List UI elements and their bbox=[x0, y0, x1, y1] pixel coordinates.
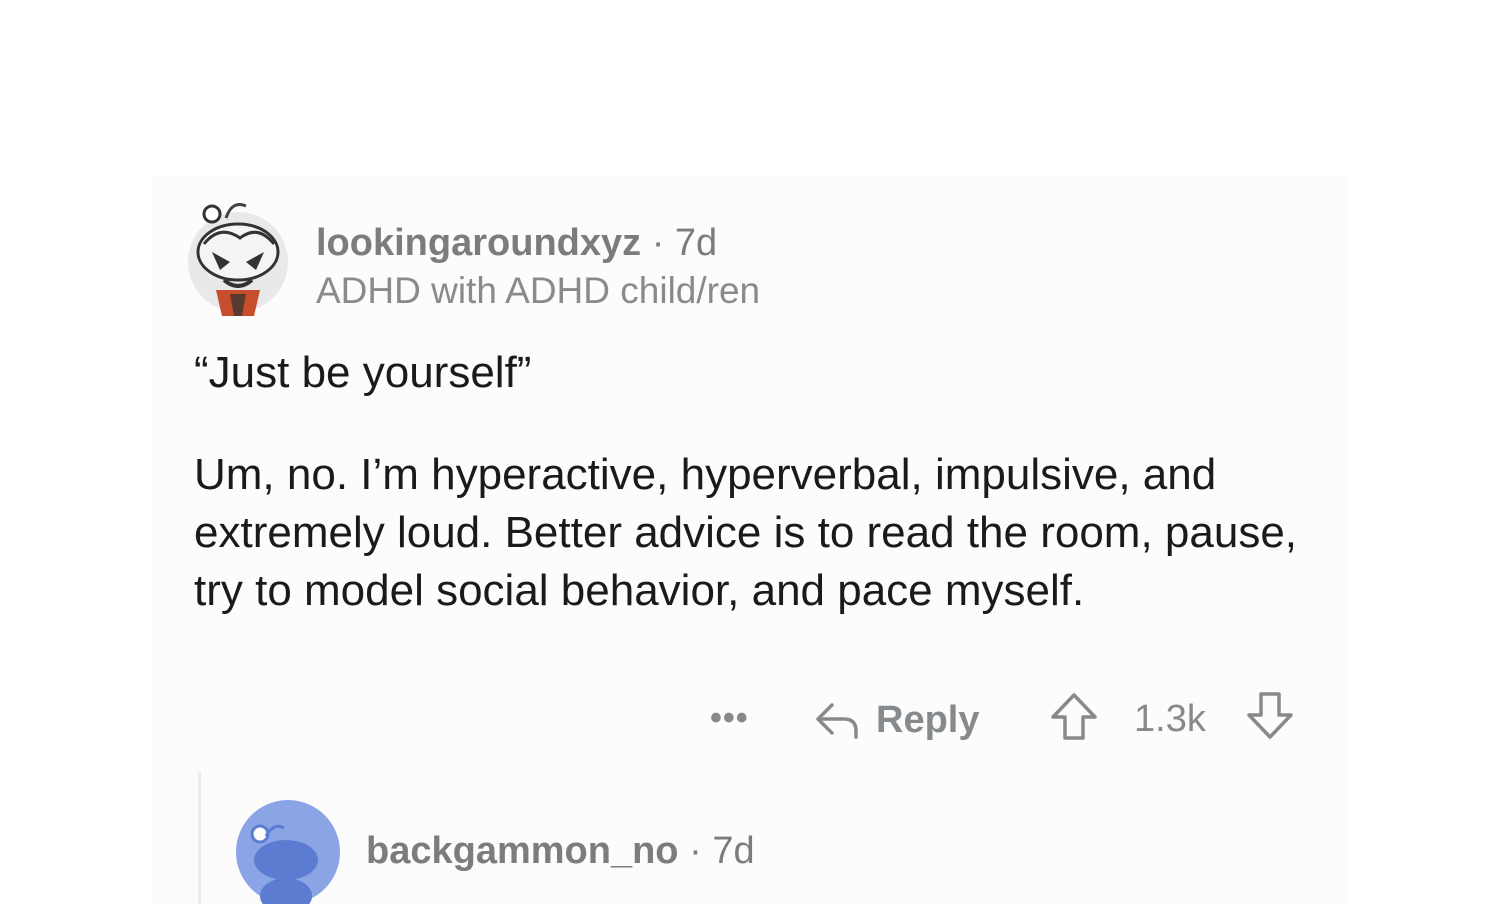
comment-meta: lookingaroundxyz · 7d bbox=[316, 220, 717, 266]
downvote-button[interactable] bbox=[1244, 690, 1296, 750]
comment-username[interactable]: lookingaroundxyz bbox=[316, 222, 641, 264]
thread-line[interactable] bbox=[198, 772, 201, 904]
comment-age[interactable]: 7d bbox=[675, 222, 717, 264]
comment-body: Um, no. I’m hyperactive, hyperverbal, im… bbox=[194, 450, 1298, 615]
reply-meta: backgammon_no · 7d bbox=[366, 828, 755, 874]
reply-user-avatar[interactable] bbox=[236, 800, 340, 909]
upvote-arrow-icon bbox=[1051, 693, 1097, 740]
reply-age[interactable]: 7d bbox=[712, 830, 754, 872]
downvote-arrow-icon bbox=[1247, 692, 1293, 739]
reply-meta-separator: · bbox=[678, 830, 713, 872]
reply-username[interactable]: backgammon_no bbox=[366, 830, 679, 872]
comment-quote: “Just be yourself” bbox=[194, 348, 532, 397]
reddit-default-avatar-icon bbox=[236, 800, 340, 909]
more-options-button[interactable]: ••• bbox=[710, 690, 762, 750]
reply-button[interactable]: Reply bbox=[812, 690, 979, 750]
user-avatar[interactable] bbox=[186, 196, 290, 318]
upvote-button[interactable] bbox=[1048, 690, 1100, 750]
reply-label: Reply bbox=[876, 698, 980, 741]
meta-separator: · bbox=[641, 222, 675, 264]
reply-arrow-icon bbox=[816, 703, 858, 739]
user-flair: ADHD with ADHD child/ren bbox=[316, 270, 761, 311]
vote-score: 1.3k bbox=[1134, 698, 1206, 740]
reddit-snoo-avatar-icon bbox=[188, 203, 288, 316]
